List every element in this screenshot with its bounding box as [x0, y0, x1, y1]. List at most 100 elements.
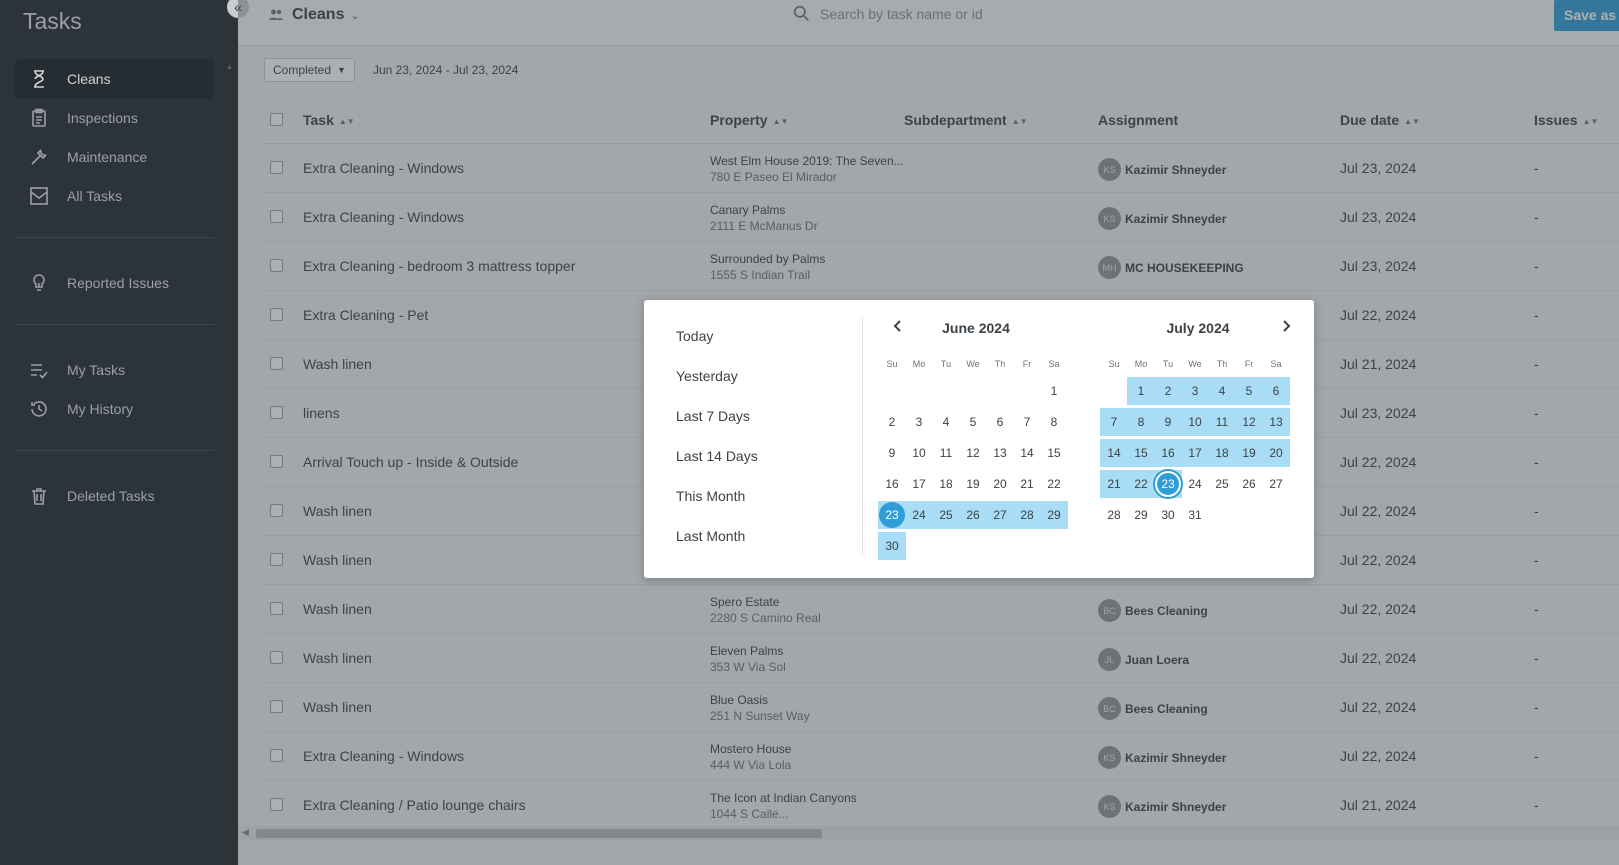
- weekday-label: Fr: [1022, 359, 1032, 369]
- calendar-day[interactable]: 28: [1013, 501, 1041, 529]
- calendar-day[interactable]: 21: [1100, 470, 1128, 498]
- date-range-picker: Today Yesterday Last 7 Days Last 14 Days…: [644, 300, 1314, 578]
- sidebar-divider: [15, 450, 214, 451]
- sidebar-item-label: Maintenance: [67, 149, 148, 165]
- calendar-day[interactable]: 25: [1208, 470, 1236, 498]
- calendar-day[interactable]: 26: [959, 501, 987, 529]
- sidebar-scroll-up-icon[interactable]: ▲: [226, 64, 233, 71]
- calendar-day[interactable]: 4: [932, 408, 960, 436]
- calendar-day[interactable]: 9: [1154, 408, 1182, 436]
- lightbulb-icon: [29, 273, 49, 293]
- sidebar-item-label: My History: [67, 401, 134, 417]
- calendar-day[interactable]: 11: [932, 439, 960, 467]
- calendar-day[interactable]: 10: [1181, 408, 1209, 436]
- preset-yesterday[interactable]: Yesterday: [676, 368, 738, 384]
- calendar-day[interactable]: 10: [905, 439, 933, 467]
- calendar-day[interactable]: 18: [932, 470, 960, 498]
- history-icon: [29, 399, 49, 419]
- picker-divider: [862, 317, 863, 554]
- calendar-day[interactable]: 24: [905, 501, 933, 529]
- preset-today[interactable]: Today: [676, 328, 713, 344]
- calendar-day[interactable]: 22: [1040, 470, 1068, 498]
- calendar-day[interactable]: 17: [905, 470, 933, 498]
- calendar-day[interactable]: 16: [1154, 439, 1182, 467]
- sidebar-item-reported-issues[interactable]: Reported Issues: [15, 263, 214, 303]
- weekday-label: Th: [994, 359, 1006, 369]
- calendar-day[interactable]: 5: [959, 408, 987, 436]
- calendar-day[interactable]: 9: [878, 439, 906, 467]
- sidebar-item-cleans[interactable]: Cleans: [15, 59, 214, 99]
- sidebar-item-all-tasks[interactable]: All Tasks: [15, 176, 214, 216]
- calendar-day[interactable]: 13: [986, 439, 1014, 467]
- calendar-day[interactable]: 1: [1040, 377, 1068, 405]
- date-presets: Today Yesterday Last 7 Days Last 14 Days…: [644, 300, 862, 578]
- calendar-day[interactable]: 11: [1208, 408, 1236, 436]
- calendar-day[interactable]: 15: [1127, 439, 1155, 467]
- calendar-day[interactable]: 1: [1127, 377, 1155, 405]
- calendar-day[interactable]: 17: [1181, 439, 1209, 467]
- preset-last-7-days[interactable]: Last 7 Days: [676, 408, 750, 424]
- calendar-day[interactable]: 26: [1235, 470, 1263, 498]
- calendar-day[interactable]: 24: [1181, 470, 1209, 498]
- calendar-day[interactable]: 7: [1013, 408, 1041, 436]
- weekday-label: Mo: [1134, 359, 1148, 369]
- calendar-day[interactable]: 14: [1013, 439, 1041, 467]
- app-title: Tasks: [23, 8, 82, 34]
- calendar-day[interactable]: 2: [1154, 377, 1182, 405]
- calendar-day[interactable]: 25: [932, 501, 960, 529]
- calendar-day[interactable]: 30: [878, 532, 906, 560]
- calendar-day[interactable]: 21: [1013, 470, 1041, 498]
- calendar-day[interactable]: 3: [905, 408, 933, 436]
- calendar-day[interactable]: 13: [1262, 408, 1290, 436]
- preset-this-month[interactable]: This Month: [676, 488, 745, 504]
- calendar-day[interactable]: 19: [1235, 439, 1263, 467]
- month-title: July 2024: [1166, 320, 1230, 336]
- sidebar-item-label: Cleans: [67, 71, 111, 87]
- calendar-day[interactable]: 12: [959, 439, 987, 467]
- calendar-day[interactable]: 14: [1100, 439, 1128, 467]
- sidebar-item-deleted-tasks[interactable]: Deleted Tasks: [15, 476, 214, 516]
- calendar-day[interactable]: 3: [1181, 377, 1209, 405]
- calendar-day[interactable]: 15: [1040, 439, 1068, 467]
- calendar-day[interactable]: 31: [1181, 501, 1209, 529]
- calendar-day[interactable]: 29: [1127, 501, 1155, 529]
- sidebar-item-label: My Tasks: [67, 362, 126, 378]
- weekday-label: Sa: [1270, 359, 1282, 369]
- sidebar: Tasks ▲ Cleans Inspections Maintenance A…: [0, 0, 238, 865]
- calendar-day[interactable]: 30: [1154, 501, 1182, 529]
- calendar-day[interactable]: 6: [986, 408, 1014, 436]
- calendar-day[interactable]: 23: [1154, 470, 1182, 498]
- sidebar-item-my-history[interactable]: My History: [15, 389, 214, 429]
- wrench-icon: [29, 147, 49, 167]
- calendar-day[interactable]: 2: [878, 408, 906, 436]
- calendar-day[interactable]: 20: [986, 470, 1014, 498]
- calendar-day[interactable]: 19: [959, 470, 987, 498]
- sidebar-item-label: Inspections: [67, 110, 138, 126]
- calendar-day[interactable]: 12: [1235, 408, 1263, 436]
- calendar-day[interactable]: 7: [1100, 408, 1128, 436]
- sidebar-divider: [15, 324, 214, 325]
- calendar-day[interactable]: 28: [1100, 501, 1128, 529]
- calendar-day[interactable]: 22: [1127, 470, 1155, 498]
- preset-last-month[interactable]: Last Month: [676, 528, 745, 544]
- calendar-day[interactable]: 8: [1127, 408, 1155, 436]
- calendar-day[interactable]: 8: [1040, 408, 1068, 436]
- list-check-icon: [29, 360, 49, 380]
- calendar-day[interactable]: 23: [878, 501, 906, 529]
- calendar-day[interactable]: 27: [986, 501, 1014, 529]
- calendar-day[interactable]: 18: [1208, 439, 1236, 467]
- sidebar-item-maintenance[interactable]: Maintenance: [15, 137, 214, 177]
- calendar-day[interactable]: 4: [1208, 377, 1236, 405]
- weekday-label: Tu: [940, 359, 952, 369]
- trash-icon: [29, 486, 49, 506]
- preset-last-14-days[interactable]: Last 14 Days: [676, 448, 758, 464]
- calendar-day[interactable]: 29: [1040, 501, 1068, 529]
- sidebar-item-inspections[interactable]: Inspections: [15, 98, 214, 138]
- calendar-day[interactable]: 27: [1262, 470, 1290, 498]
- weekday-label: Th: [1216, 359, 1228, 369]
- calendar-day[interactable]: 20: [1262, 439, 1290, 467]
- calendar-day[interactable]: 6: [1262, 377, 1290, 405]
- calendar-day[interactable]: 16: [878, 470, 906, 498]
- calendar-day[interactable]: 5: [1235, 377, 1263, 405]
- sidebar-item-my-tasks[interactable]: My Tasks: [15, 350, 214, 390]
